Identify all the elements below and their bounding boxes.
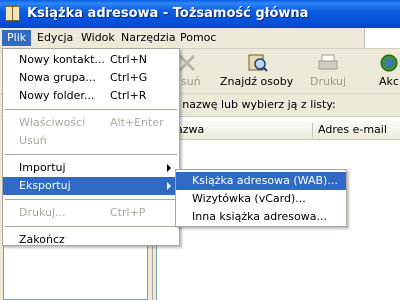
action-label: Akc [379, 75, 399, 88]
print-button[interactable]: Drukuj [310, 53, 346, 88]
submenu-item-other-address-book[interactable]: Inna książka adresowa... [176, 208, 346, 226]
find-people-icon [246, 53, 268, 73]
menu-tools[interactable]: Narzędzia [116, 30, 181, 46]
menu-item-print[interactable]: Drukuj... Ctrl+P [3, 204, 179, 222]
search-hint: z nazwę lub wybierz ją z listy: [173, 98, 336, 111]
submenu-arrow-icon [167, 164, 171, 172]
print-icon [317, 53, 339, 73]
windows-logo [364, 28, 400, 48]
menu-edit[interactable]: Edycja [32, 30, 78, 46]
menu-separator [3, 150, 179, 159]
menu-separator [3, 105, 179, 114]
title-bar: Książka adresowa - Tożsamość główna [0, 0, 400, 28]
list-header: azwa Adres e-mail [156, 121, 400, 140]
menu-item-new-contact[interactable]: Nowy kontakt... Ctrl+N [3, 51, 179, 69]
column-divider[interactable] [312, 123, 313, 137]
submenu-arrow-icon [167, 182, 171, 190]
menu-file[interactable]: Plik [2, 30, 32, 46]
export-submenu: Książka adresowa (WAB)... Wizytówka (vCa… [175, 169, 347, 227]
menu-item-new-group[interactable]: Nowa grupa... Ctrl+G [3, 69, 179, 87]
menu-item-delete[interactable]: Usuń [3, 132, 179, 150]
menu-bar: Plik Edycja Widok Narzędzia Pomoc [0, 28, 400, 49]
menu-separator [3, 195, 179, 204]
column-email[interactable]: Adres e-mail [318, 123, 387, 136]
book-icon [5, 6, 20, 21]
find-people-label: Znajdź osoby [220, 75, 294, 88]
file-menu: Nowy kontakt... Ctrl+N Nowa grupa... Ctr… [2, 48, 180, 246]
action-icon [378, 53, 400, 73]
submenu-item-wab[interactable]: Książka adresowa (WAB)... [176, 172, 346, 190]
menu-separator [3, 222, 179, 231]
column-name[interactable]: azwa [176, 123, 204, 136]
action-button[interactable]: Akc [378, 53, 400, 88]
menu-help[interactable]: Pomoc [175, 30, 221, 46]
menu-item-exit[interactable]: Zakończ [3, 231, 179, 249]
find-people-button[interactable]: Znajdź osoby [220, 53, 293, 88]
menu-item-export[interactable]: Eksportuj [3, 177, 179, 195]
window-title: Książka adresowa - Tożsamość główna [27, 6, 309, 21]
print-label: Drukuj [310, 75, 347, 88]
submenu-item-vcard[interactable]: Wizytówka (vCard)... [176, 190, 346, 208]
menu-view[interactable]: Widok [76, 30, 120, 46]
menu-item-new-folder[interactable]: Nowy folder... Ctrl+R [3, 87, 179, 105]
menu-item-properties[interactable]: Właściwości Alt+Enter [3, 114, 179, 132]
menu-item-import[interactable]: Importuj [3, 159, 179, 177]
